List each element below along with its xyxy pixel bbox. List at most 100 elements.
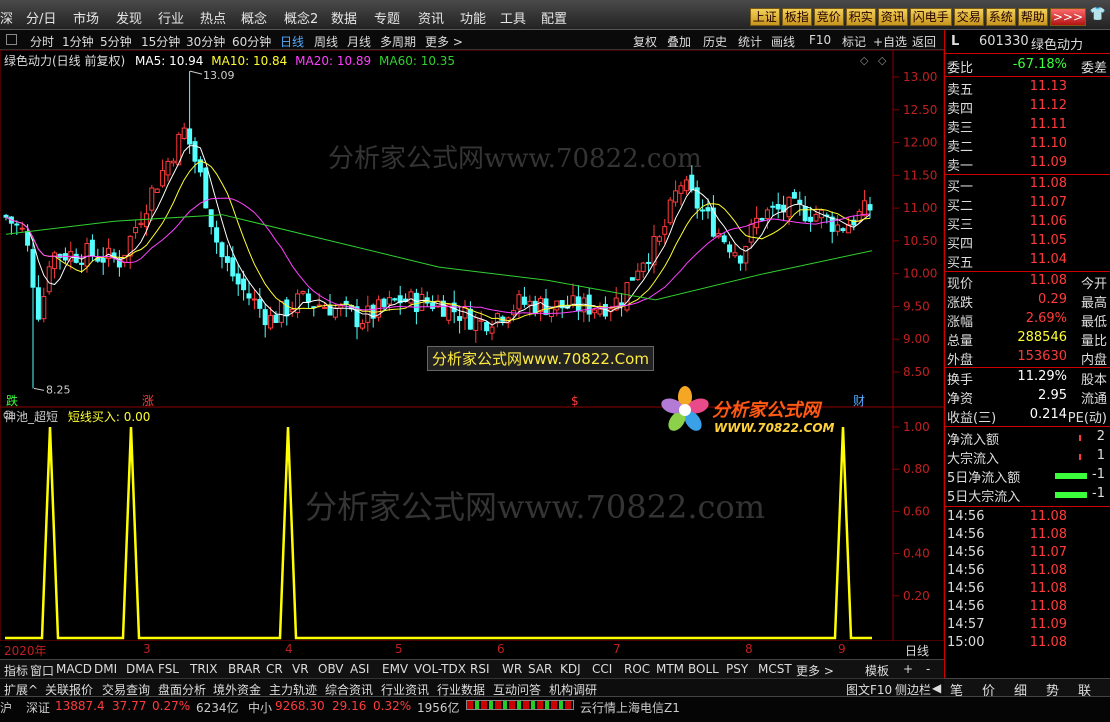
candle <box>79 262 85 265</box>
quick-button-1[interactable]: 板指 <box>781 8 812 26</box>
indicator-tab-14[interactable]: RSI <box>470 662 490 676</box>
menu-item-7[interactable]: 概念2 <box>284 8 318 27</box>
indicator-tab-5[interactable]: FSL <box>158 662 179 676</box>
date-label-4: 6 <box>497 642 505 656</box>
stat-row: 现价 11.08 今开 <box>947 273 1107 292</box>
price-label-4: 11.00 <box>903 201 937 215</box>
period-tab-4[interactable]: 30分钟 <box>186 33 225 50</box>
quick-button-8[interactable]: 帮助 <box>1017 8 1048 26</box>
indicator-tab-2[interactable]: MACD <box>56 662 92 676</box>
checkbox-icon[interactable] <box>6 34 17 45</box>
indicator-tab-0[interactable]: 指标 <box>4 662 28 679</box>
menu-item-11[interactable]: 功能 <box>460 8 486 27</box>
menu-item-0[interactable]: 深 <box>0 8 13 27</box>
chart-tool-2[interactable]: 历史 <box>703 33 727 50</box>
legend-ma20: MA20: 10.89 <box>295 54 372 68</box>
period-tab-0[interactable]: 分时 <box>30 33 54 50</box>
period-toolbar: 分时 1分钟 5分钟 15分钟 30分钟 60分钟 日线 周线 月线 多周期 更多 > 复权 叠加 历史统… <box>0 30 944 50</box>
indicator-tab-11[interactable]: ASI <box>350 662 369 676</box>
status-d: 37.77 <box>112 699 147 713</box>
stat-right-label: 量比 <box>1080 334 1107 349</box>
period-tab-2[interactable]: 5分钟 <box>100 33 132 50</box>
quick-button-7[interactable]: 系统 <box>985 8 1016 26</box>
chart-tool-4[interactable]: 画线 <box>771 33 795 50</box>
indicator-tab-7[interactable]: BRAR <box>228 662 261 676</box>
indicator-tab-3[interactable]: DMI <box>94 662 117 676</box>
quick-button-3[interactable]: 积实 <box>845 8 876 26</box>
candle <box>84 243 90 267</box>
indicator-tab-21[interactable]: BOLL <box>688 662 719 676</box>
menu-item-3[interactable]: 发现 <box>116 8 142 27</box>
menu-item-12[interactable]: 工具 <box>500 8 526 27</box>
stat2-right-label: 股本 <box>1080 373 1107 388</box>
indicator-tab-17[interactable]: KDJ <box>560 662 581 676</box>
indicator-tab-19[interactable]: ROC <box>624 662 650 676</box>
skin-icon[interactable]: 👕 <box>1090 7 1106 22</box>
menu-item-10[interactable]: 资讯 <box>418 8 444 27</box>
remove-button[interactable]: - <box>926 662 930 676</box>
candle <box>797 199 803 205</box>
indicator-tab-22[interactable]: PSY <box>726 662 748 676</box>
indicator-tab-20[interactable]: MTM <box>656 662 684 676</box>
period-tab-5[interactable]: 60分钟 <box>232 33 271 50</box>
chart-tool-0[interactable]: 复权 <box>633 33 657 50</box>
function-right-2[interactable]: ◀ <box>932 681 941 695</box>
chart-tool-7[interactable]: +自选 <box>873 33 907 50</box>
bid-row: 买四 11.05 <box>947 233 1107 252</box>
period-tab-8[interactable]: 月线 <box>347 33 371 50</box>
indicator-tab-16[interactable]: SAR <box>528 662 552 676</box>
menu-item-9[interactable]: 专题 <box>374 8 400 27</box>
period-tab-6[interactable]: 日线 <box>280 33 304 50</box>
chart-tool-6[interactable]: 标记 <box>842 33 866 50</box>
legend-ma60: MA60: 10.35 <box>379 54 456 68</box>
menu-item-4[interactable]: 行业 <box>158 8 184 27</box>
indicator-tab-1[interactable]: 窗口 <box>30 662 54 679</box>
chart-tool-5[interactable]: F10 <box>809 33 831 47</box>
price-label-9: 8.50 <box>903 365 930 379</box>
period-tab-7[interactable]: 周线 <box>314 33 338 50</box>
period-tab-10[interactable]: 更多 > <box>425 33 463 50</box>
status-i: 29.16 <box>332 699 367 713</box>
menu-item-13[interactable]: 配置 <box>541 8 567 27</box>
candle <box>386 297 392 305</box>
indicator-tab-15[interactable]: WR <box>502 662 522 676</box>
candle <box>521 296 527 305</box>
indicator-tab-18[interactable]: CCI <box>592 662 612 676</box>
bid-row: 买五 11.04 <box>947 252 1107 271</box>
quick-button-5[interactable]: 闪电手 <box>909 8 952 26</box>
chart-tool-1[interactable]: 叠加 <box>667 33 691 50</box>
indicator-tab-8[interactable]: CR <box>266 662 283 676</box>
candle <box>532 300 538 314</box>
indicator-tab-13[interactable]: VOL-TDX <box>414 662 466 676</box>
quick-button-2[interactable]: 竞价 <box>813 8 844 26</box>
indicator-tab-4[interactable]: DMA <box>126 662 154 676</box>
indicator-tab-12[interactable]: EMV <box>382 662 408 676</box>
quick-button-0[interactable]: 上证 <box>749 8 780 26</box>
add-button[interactable]: + <box>903 662 913 676</box>
period-tab-9[interactable]: 多周期 <box>380 33 416 50</box>
menu-item-2[interactable]: 市场 <box>73 8 99 27</box>
period-tab-1[interactable]: 1分钟 <box>62 33 94 50</box>
indicator-tab-10[interactable]: OBV <box>318 662 344 676</box>
menu-item-1[interactable]: 分/日 <box>26 8 56 27</box>
indicator-tab-23[interactable]: MCST <box>758 662 792 676</box>
indicator-tab-6[interactable]: TRIX <box>190 662 217 676</box>
menu-item-5[interactable]: 热点 <box>200 8 226 27</box>
menu-item-6[interactable]: 概念 <box>241 8 267 27</box>
candle <box>597 308 603 315</box>
quick-button-4[interactable]: 资讯 <box>877 8 908 26</box>
candle <box>646 261 652 264</box>
indicator-tab-24[interactable]: 更多 > <box>796 662 834 679</box>
template-button[interactable]: 模板 <box>865 662 889 679</box>
chart-tool-8[interactable]: 返回 <box>912 33 936 50</box>
candle <box>727 244 733 253</box>
quick-button-6[interactable]: 交易 <box>953 8 984 26</box>
period-tab-3[interactable]: 15分钟 <box>141 33 180 50</box>
candle <box>592 309 598 314</box>
quick-button-9[interactable]: >>> <box>1049 8 1086 26</box>
indicator-tab-9[interactable]: VR <box>292 662 309 676</box>
candle <box>251 298 257 301</box>
chart-tool-3[interactable]: 统计 <box>738 33 762 50</box>
ask-price: 11.09 <box>1029 155 1067 170</box>
menu-item-8[interactable]: 数据 <box>331 8 357 27</box>
